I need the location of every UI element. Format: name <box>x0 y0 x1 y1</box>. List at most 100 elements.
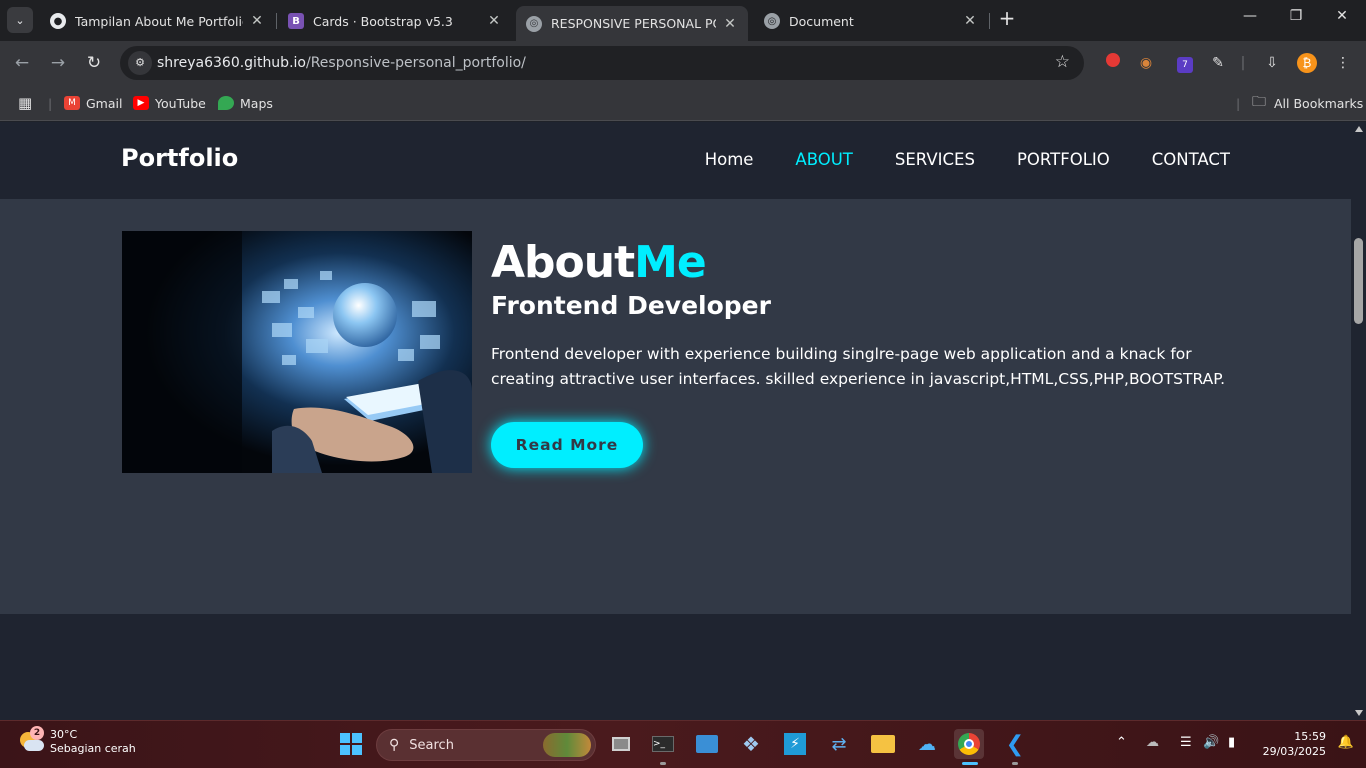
chrome-icon[interactable] <box>954 729 984 759</box>
onedrive-offline-icon[interactable]: ☁ <box>1146 735 1159 750</box>
close-icon[interactable]: ✕ <box>962 13 978 29</box>
globe-icon: ◎ <box>764 13 780 29</box>
tab-bootstrap-cards[interactable]: B Cards · Bootstrap v5.3 ✕ <box>278 6 512 36</box>
apps-grid-icon[interactable]: ▦ <box>18 93 32 113</box>
read-more-button[interactable]: Read More <box>491 422 643 468</box>
scroll-down-arrow-icon[interactable] <box>1355 710 1363 716</box>
tab-search-chevron-icon[interactable]: ⌄ <box>7 7 33 33</box>
extensions-puzzle-icon[interactable]: ✎ <box>1207 52 1229 74</box>
restore-icon[interactable]: ❐ <box>1284 8 1308 32</box>
nav-home[interactable]: Home <box>705 150 754 169</box>
about-description: Frontend developer with experience build… <box>491 345 1226 388</box>
new-tab-plus-icon[interactable]: + <box>996 8 1018 30</box>
nav-contact[interactable]: CONTACT <box>1152 150 1230 169</box>
bookmarks-bar: ▦ | M Gmail ▶ YouTube Maps | 🗀 All Bookm… <box>0 85 1366 121</box>
web-page: Portfolio Home ABOUT SERVICES PORTFOLIO … <box>0 122 1351 720</box>
browser-toolbar: ← → ↻ ⚙ shreya6360.github.io/Responsive-… <box>0 41 1366 85</box>
site-info-icon[interactable]: ⚙ <box>128 51 152 75</box>
search-highlight-image <box>543 733 591 757</box>
scrollbar-thumb[interactable] <box>1354 238 1363 324</box>
globe-icon: ◎ <box>526 15 542 32</box>
virtualbox-cube-icon[interactable]: ❖ <box>736 729 766 759</box>
taskbar-search-label: Search <box>409 737 454 753</box>
bookmark-label: Gmail <box>86 95 123 111</box>
close-icon[interactable]: ✕ <box>722 16 738 32</box>
minimize-icon[interactable]: — <box>1238 8 1262 32</box>
bookmark-star-icon[interactable]: ☆ <box>1055 52 1070 72</box>
bookmark-gmail[interactable]: M Gmail <box>64 93 122 113</box>
tab-responsive-portfolio[interactable]: ◎ RESPONSIVE PERSONAL PORTF ✕ <box>516 6 748 41</box>
bookmarks-divider: | <box>48 95 53 111</box>
about-subtitle: Frontend Developer <box>491 291 771 320</box>
vscode-icon[interactable]: ❮ <box>1000 729 1030 759</box>
tab-document[interactable]: ◎ Document ✕ <box>754 6 988 36</box>
battery-icon[interactable]: ▮ <box>1228 735 1235 750</box>
close-icon[interactable]: ✕ <box>249 13 265 29</box>
file-transfer-icon[interactable]: ⇄ <box>824 729 854 759</box>
all-bookmarks-label: All Bookmarks <box>1274 95 1364 111</box>
window-close-icon[interactable]: ✕ <box>1330 8 1354 32</box>
download-icon[interactable]: ⇩ <box>1261 52 1283 74</box>
youtube-icon: ▶ <box>133 96 149 110</box>
clock-time: 15:59 <box>1294 730 1326 743</box>
tab-divider <box>989 13 990 29</box>
nav-portfolio[interactable]: PORTFOLIO <box>1017 150 1110 169</box>
volume-icon[interactable]: 🔊 <box>1203 735 1219 750</box>
cloud-app-icon[interactable]: ☁ <box>912 729 942 759</box>
weather-widget[interactable]: 2 30°C Sebagian cerah <box>18 726 136 756</box>
page-scrollbar[interactable] <box>1351 122 1366 720</box>
address-bar[interactable]: ⚙ shreya6360.github.io/Responsive-person… <box>120 46 1084 80</box>
tab-title: Document <box>789 13 854 29</box>
tab-divider <box>276 13 277 29</box>
running-indicator <box>660 762 666 765</box>
extension-badge-icon[interactable]: 7 <box>1174 52 1196 74</box>
bookmark-youtube[interactable]: ▶ YouTube <box>133 93 206 113</box>
url-text[interactable]: shreya6360.github.io/Responsive-personal… <box>157 55 526 71</box>
system-clock[interactable]: 15:59 29/03/2025 <box>1263 729 1326 759</box>
nav-about[interactable]: ABOUT <box>795 150 852 169</box>
tab-about-me-portfolio[interactable]: ● Tampilan About Me Portfolio ✕ <box>40 6 275 36</box>
clock-date: 29/03/2025 <box>1262 745 1326 758</box>
file-explorer-icon[interactable] <box>868 729 898 759</box>
windows-start-icon[interactable] <box>336 729 366 759</box>
about-text: AboutMe Frontend Developer Frontend deve… <box>491 237 1241 468</box>
wifi-icon[interactable]: ☰ <box>1180 735 1192 750</box>
adblock-extension-icon[interactable] <box>1102 52 1124 74</box>
site-logo[interactable]: Portfolio <box>121 144 238 172</box>
taskbar-search[interactable]: ⚲ Search <box>376 729 596 761</box>
close-icon[interactable]: ✕ <box>486 13 502 29</box>
maps-pin-icon <box>218 96 234 110</box>
menu-kebab-icon[interactable]: ⋮ <box>1332 52 1354 74</box>
all-bookmarks[interactable]: 🗀 All Bookmarks <box>1252 93 1363 113</box>
remote-desktop-icon[interactable] <box>692 729 722 759</box>
site-header: Portfolio Home ABOUT SERVICES PORTFOLIO … <box>0 122 1351 199</box>
scroll-up-arrow-icon[interactable] <box>1355 126 1363 132</box>
search-icon: ⚲ <box>389 737 400 753</box>
taskbar: 2 30°C Sebagian cerah ⚲ Search >_ ❖ ⚡ ⇄ … <box>0 720 1366 768</box>
about-section: AboutMe Frontend Developer Frontend deve… <box>0 199 1351 614</box>
forward-arrow-icon[interactable]: → <box>46 51 70 75</box>
nav-services[interactable]: SERVICES <box>895 150 975 169</box>
about-heading-accent: Me <box>634 237 707 288</box>
terminal-icon[interactable]: >_ <box>648 729 678 759</box>
bookmark-maps[interactable]: Maps <box>218 93 273 113</box>
bolt-app-icon[interactable]: ⚡ <box>780 729 810 759</box>
next-section <box>0 614 1351 720</box>
show-hidden-icons-chevron-icon[interactable]: ⌃ <box>1116 735 1127 750</box>
back-arrow-icon[interactable]: ← <box>10 51 34 75</box>
reload-icon[interactable]: ↻ <box>82 51 106 75</box>
about-heading-main: About <box>491 237 635 288</box>
cookie-extension-icon[interactable]: ◉ <box>1135 52 1157 74</box>
active-app-indicator <box>962 762 978 765</box>
bookmark-label: YouTube <box>155 95 206 111</box>
tab-title: RESPONSIVE PERSONAL PORTF <box>551 16 716 31</box>
notification-bell-icon[interactable]: 🔔 <box>1338 735 1354 750</box>
url-path: /Responsive-personal_portfolio/ <box>305 55 526 71</box>
profile-bitcoin-icon[interactable]: ₿ <box>1296 52 1318 74</box>
task-view-icon[interactable] <box>606 729 636 759</box>
weather-temperature: 30°C <box>50 728 78 741</box>
tab-strip: ⌄ ● Tampilan About Me Portfolio ✕ B Card… <box>0 0 1366 41</box>
github-icon: ● <box>50 13 66 29</box>
partly-cloudy-icon: 2 <box>18 726 44 754</box>
folder-icon: 🗀 <box>1252 94 1266 110</box>
